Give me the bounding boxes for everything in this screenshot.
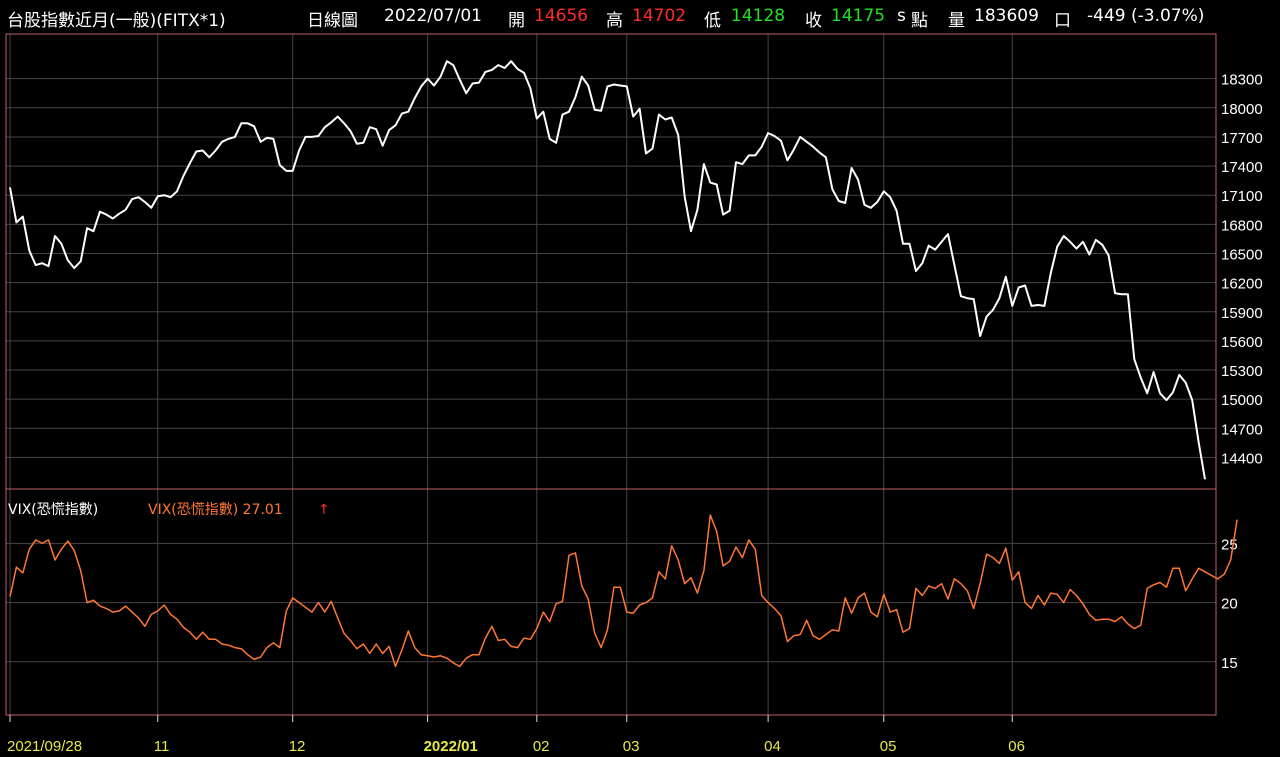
vix-up-arrow: ↑ — [318, 502, 330, 518]
price-tick-label: 16200 — [1221, 276, 1263, 293]
chart-grid — [6, 34, 1216, 715]
vix-tick-label: 20 — [1221, 596, 1238, 613]
price-tick-label: 15300 — [1221, 363, 1263, 380]
date-tick-label: 2022/01 — [424, 738, 478, 755]
price-tick-label: 15000 — [1221, 392, 1263, 409]
vix-series-line — [9, 514, 1238, 668]
date-tick-label: 02 — [533, 738, 550, 755]
date-tick-label: 11 — [154, 738, 170, 755]
date-tick-label: 05 — [880, 738, 897, 755]
vix-tick-label: 25 — [1221, 536, 1238, 553]
price-tick-label: 18300 — [1221, 72, 1263, 89]
vix-tick-label: 15 — [1221, 655, 1238, 672]
vix-legend: VIX(恐慌指數) 27.01 — [148, 502, 283, 518]
price-tick-label: 17100 — [1221, 188, 1263, 205]
price-tick-label: 17700 — [1221, 130, 1263, 147]
price-panel-border — [5, 33, 1217, 490]
date-tick-label: 06 — [1008, 738, 1025, 755]
price-tick-label: 14400 — [1221, 450, 1263, 467]
date-tick-label: 04 — [764, 738, 781, 755]
price-tick-label: 15600 — [1221, 334, 1263, 351]
price-tick-label: 15900 — [1221, 305, 1263, 322]
price-tick-label: 17400 — [1221, 159, 1263, 176]
price-tick-label: 18000 — [1221, 101, 1263, 118]
vix-panel-title: VIX(恐慌指數) — [8, 502, 98, 518]
price-and-vix-chart: 14400 14700 15000 15300 15600 15900 16200 16500… — [5, 33, 1263, 755]
date-tick-label: 2021/09/28 — [7, 738, 82, 755]
date-tick-label: 12 — [289, 738, 306, 755]
date-tick-label: 03 — [623, 738, 640, 755]
price-tick-label: 16500 — [1221, 246, 1263, 263]
price-tick-label: 14700 — [1221, 421, 1263, 438]
price-series-line — [9, 60, 1206, 480]
price-tick-label: 16800 — [1221, 217, 1263, 234]
